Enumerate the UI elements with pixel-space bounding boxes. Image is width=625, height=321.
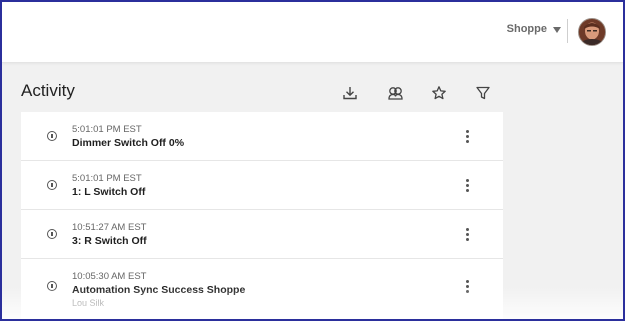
download-icon — [343, 87, 357, 100]
group-icon — [387, 87, 403, 100]
favorite-button[interactable] — [429, 83, 449, 103]
item-time: 10:05:30 AM EST — [72, 271, 147, 282]
star-icon — [432, 86, 446, 100]
page-title: Activity — [21, 81, 75, 100]
more-options-icon[interactable] — [464, 228, 470, 242]
list-item[interactable]: 10:05:30 AM EST Automation Sync Success … — [21, 259, 503, 319]
info-icon — [47, 131, 57, 141]
more-options-icon[interactable] — [464, 130, 470, 144]
filter-button[interactable] — [473, 83, 493, 103]
item-title: 3: R Switch Off — [72, 235, 147, 247]
account-switcher[interactable]: Shoppe — [507, 23, 561, 35]
item-title: Automation Sync Success Shoppe — [72, 284, 246, 296]
download-button[interactable] — [340, 83, 360, 103]
avatar-image — [579, 19, 605, 45]
activity-list: 5:01:01 PM EST Dimmer Switch Off 0% 5:01… — [21, 112, 503, 319]
list-item[interactable]: 5:01:01 PM EST Dimmer Switch Off 0% — [21, 112, 503, 161]
divider — [567, 19, 568, 43]
item-time: 5:01:01 PM EST — [72, 124, 142, 135]
info-icon — [47, 281, 57, 291]
item-title: Dimmer Switch Off 0% — [72, 137, 185, 149]
caret-down-icon — [553, 26, 561, 33]
list-item[interactable]: 5:01:01 PM EST 1: L Switch Off — [21, 161, 503, 210]
list-item[interactable]: 10:51:27 AM EST 3: R Switch Off — [21, 210, 503, 259]
top-bar: Shoppe — [2, 2, 623, 63]
filter-icon — [476, 86, 490, 100]
more-options-icon[interactable] — [464, 179, 470, 193]
info-icon — [47, 180, 57, 190]
info-icon — [47, 229, 57, 239]
more-options-icon[interactable] — [464, 280, 470, 294]
app-window: Shoppe Activity 5:01:01 PM EST Dimmer Sw… — [0, 0, 625, 321]
item-time: 10:51:27 AM EST — [72, 222, 147, 233]
item-user: Lou Silk — [72, 298, 105, 308]
item-time: 5:01:01 PM EST — [72, 173, 142, 184]
group-button[interactable] — [385, 83, 405, 103]
item-title: 1: L Switch Off — [72, 186, 146, 198]
account-name: Shoppe — [506, 23, 547, 35]
avatar[interactable] — [578, 18, 606, 46]
